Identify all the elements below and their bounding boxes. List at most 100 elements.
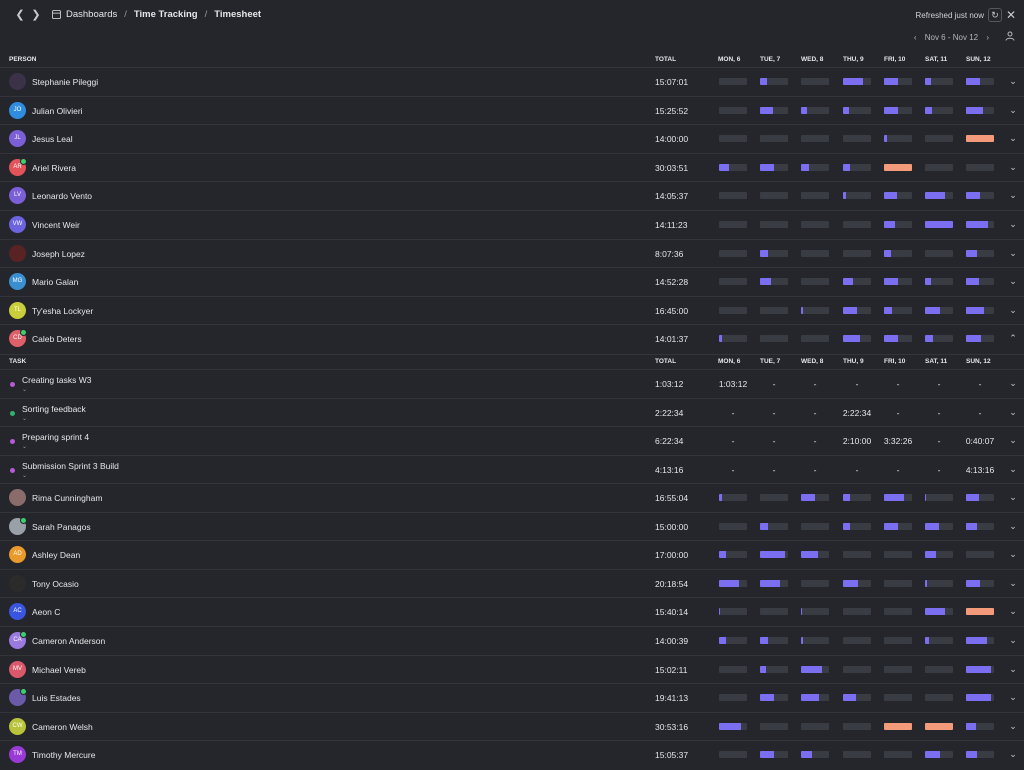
task-name[interactable]: Sorting feedback — [22, 404, 86, 414]
day-hours-bar[interactable] — [843, 665, 871, 673]
day-hours-bar[interactable] — [760, 637, 788, 644]
person-row[interactable]: Rima Cunningham 16:55:04 ⌄ — [0, 483, 1024, 511]
day-hours-bar[interactable] — [966, 335, 994, 343]
task-expand-icon[interactable]: ⌄ — [22, 443, 27, 450]
person-name[interactable]: Stephanie Pileggi — [32, 77, 98, 87]
day-hours-bar[interactable] — [760, 78, 788, 85]
day-hours-bar[interactable] — [925, 637, 953, 644]
chevron-down-icon[interactable]: ⌄ — [1008, 721, 1018, 731]
chevron-down-icon[interactable]: ⌄ — [1008, 276, 1018, 286]
day-hours-bar[interactable] — [719, 608, 747, 616]
day-hours-bar[interactable] — [925, 192, 953, 200]
day-hours-bar[interactable] — [843, 335, 871, 343]
day-hours-bar[interactable] — [966, 278, 994, 286]
day-hours-bar[interactable] — [966, 163, 994, 171]
day-hours-bar[interactable] — [719, 665, 747, 673]
task-row[interactable]: Preparing sprint 4 ⌄ 6:22:34- - -2:10:00 3:32… — [0, 426, 1024, 454]
task-name[interactable]: Creating tasks W3 — [22, 375, 91, 385]
refresh-icon[interactable]: ↻ — [988, 8, 1002, 22]
task-name[interactable]: Submission Sprint 3 Build — [22, 461, 119, 471]
person-name[interactable]: Cameron Welsh — [32, 722, 93, 732]
person-row[interactable]: JO Julian Olivieri 15:25:52 ⌄ — [0, 95, 1024, 124]
chevron-down-icon[interactable]: ⌄ — [1008, 133, 1018, 143]
day-hours-bar[interactable] — [719, 249, 747, 257]
person-name[interactable]: Luis Estades — [32, 693, 81, 703]
day-hours-bar[interactable] — [760, 221, 788, 228]
day-hours-bar[interactable] — [966, 494, 994, 501]
day-hours-bar[interactable] — [760, 494, 788, 501]
person-row[interactable]: Tony Ocasio 20:18:54 ⌄ — [0, 568, 1024, 597]
day-hours-bar[interactable] — [801, 522, 829, 530]
person-name[interactable]: Caleb Deters — [32, 334, 82, 344]
day-hours-bar[interactable] — [801, 694, 829, 702]
day-hours-bar[interactable] — [801, 163, 829, 171]
day-hours-bar[interactable] — [925, 163, 953, 171]
person-name[interactable]: Leonardo Vento — [32, 191, 92, 201]
chevron-down-icon[interactable]: ⌄ — [1008, 578, 1018, 588]
day-hours-bar[interactable] — [925, 751, 953, 759]
person-name[interactable]: Vincent Weir — [32, 220, 80, 230]
day-hours-bar[interactable] — [760, 278, 788, 286]
day-hours-bar[interactable] — [801, 494, 829, 501]
day-hours-bar[interactable] — [884, 106, 912, 114]
breadcrumb-dashboards[interactable]: Dashboards — [66, 9, 117, 20]
day-hours-bar[interactable] — [801, 278, 829, 286]
day-hours-bar[interactable] — [760, 306, 788, 314]
day-hours-bar[interactable] — [843, 637, 871, 644]
day-hours-bar[interactable] — [884, 135, 912, 143]
task-row[interactable]: Submission Sprint 3 Build ⌄ 4:13:16- - - - - -4… — [0, 454, 1024, 483]
day-hours-bar[interactable] — [719, 278, 747, 286]
chevron-down-icon[interactable]: ⌄ — [1008, 492, 1018, 502]
day-hours-bar[interactable] — [801, 551, 829, 559]
day-hours-bar[interactable] — [801, 608, 829, 616]
chevron-down-icon[interactable]: ⌄ — [1008, 407, 1018, 417]
day-hours-bar[interactable] — [884, 579, 912, 587]
person-name[interactable]: Tony Ocasio — [32, 579, 79, 589]
day-hours-bar[interactable] — [719, 751, 747, 759]
day-hours-bar[interactable] — [843, 221, 871, 228]
day-hours-bar[interactable] — [925, 306, 953, 314]
day-hours-bar[interactable] — [801, 221, 829, 228]
next-week-icon[interactable]: › — [986, 33, 989, 42]
day-hours-bar[interactable] — [843, 249, 871, 257]
person-row[interactable]: CW Cameron Welsh 30:53:16 ⌄ — [0, 711, 1024, 740]
day-hours-bar[interactable] — [925, 494, 953, 501]
person-row[interactable]: MV Michael Vereb 15:02:11 ⌄ — [0, 654, 1024, 683]
chevron-down-icon[interactable]: ⌄ — [1008, 464, 1018, 474]
person-filter-icon[interactable] — [1004, 31, 1016, 43]
day-hours-bar[interactable] — [925, 135, 953, 143]
person-row[interactable]: Stephanie Pileggi 15:07:01 ⌄ — [0, 67, 1024, 95]
day-hours-bar[interactable] — [843, 579, 871, 587]
day-hours-bar[interactable] — [966, 694, 994, 702]
day-hours-bar[interactable] — [719, 722, 747, 730]
day-hours-bar[interactable] — [843, 306, 871, 314]
day-hours-bar[interactable] — [966, 608, 994, 616]
day-hours-bar[interactable] — [801, 665, 829, 673]
day-hours-bar[interactable] — [884, 751, 912, 759]
chevron-down-icon[interactable]: ⌄ — [1008, 749, 1018, 759]
day-hours-bar[interactable] — [760, 579, 788, 587]
person-name[interactable]: Ariel Rivera — [32, 163, 76, 173]
day-hours-bar[interactable] — [719, 694, 747, 702]
date-range-picker[interactable]: ‹ Nov 6 - Nov 12 › — [911, 33, 992, 42]
prev-week-icon[interactable]: ‹ — [914, 33, 917, 42]
day-hours-bar[interactable] — [760, 106, 788, 114]
chevron-down-icon[interactable]: ⌄ — [1008, 76, 1018, 86]
task-name[interactable]: Preparing sprint 4 — [22, 432, 89, 442]
day-hours-bar[interactable] — [843, 522, 871, 530]
day-hours-bar[interactable] — [760, 192, 788, 200]
person-name[interactable]: Cameron Anderson — [32, 636, 105, 646]
day-hours-bar[interactable] — [719, 78, 747, 85]
person-row[interactable]: Joseph Lopez 8:07:36 ⌄ — [0, 238, 1024, 267]
day-hours-bar[interactable] — [760, 722, 788, 730]
day-hours-bar[interactable] — [760, 665, 788, 673]
day-hours-bar[interactable] — [966, 135, 994, 143]
day-hours-bar[interactable] — [719, 221, 747, 228]
chevron-down-icon[interactable]: ⌄ — [1008, 635, 1018, 645]
day-hours-bar[interactable] — [884, 608, 912, 616]
day-hours-bar[interactable] — [925, 522, 953, 530]
day-hours-bar[interactable] — [966, 78, 994, 85]
day-hours-bar[interactable] — [760, 551, 788, 559]
day-hours-bar[interactable] — [884, 694, 912, 702]
day-hours-bar[interactable] — [966, 751, 994, 759]
